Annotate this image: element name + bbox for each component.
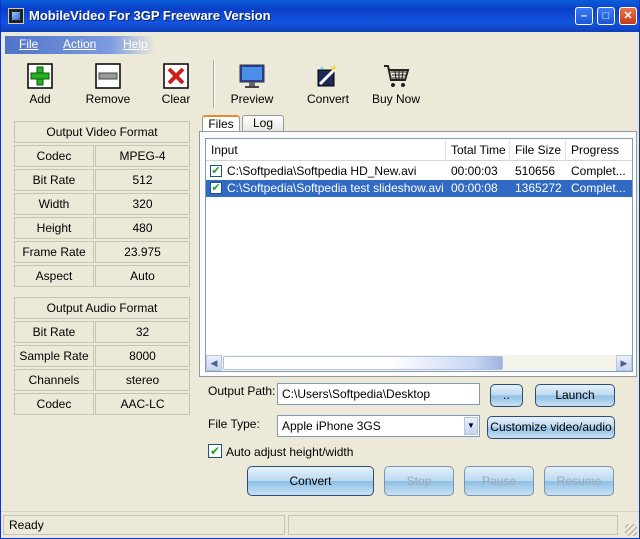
buy-now-label: Buy Now (371, 92, 421, 106)
convert-button[interactable]: Convert (247, 466, 374, 496)
preview-label: Preview (230, 92, 274, 106)
audio-channels-label: Channels (14, 369, 94, 391)
tab-log[interactable]: Log (242, 115, 284, 132)
file-type-value: Apple iPhone 3GS (282, 419, 381, 433)
video-height-value[interactable]: 480 (95, 217, 190, 239)
tab-files[interactable]: Files (202, 115, 240, 132)
audio-codec-label: Codec (14, 393, 94, 415)
row-input: C:\Softpedia\Softpedia HD_New.avi (227, 164, 417, 178)
output-path-input[interactable]: C:\Users\Softpedia\Desktop (277, 383, 480, 405)
app-window: MobileVideo For 3GP Freeware Version – □… (0, 0, 640, 539)
status-bar: Ready (1, 511, 639, 538)
video-width-label: Width (14, 193, 94, 215)
auto-adjust-label: Auto adjust height/width (226, 445, 354, 459)
status-pane (288, 515, 618, 535)
clear-button[interactable]: Clear (145, 58, 207, 110)
menu-action-label: Action (63, 37, 97, 51)
video-codec-label: Codec (14, 145, 94, 167)
app-icon (8, 8, 24, 24)
output-path-label: Output Path: (208, 384, 276, 398)
title-bar[interactable]: MobileVideo For 3GP Freeware Version – □… (1, 0, 639, 32)
shopping-cart-icon (384, 65, 410, 87)
video-codec-value[interactable]: MPEG-4 (95, 145, 190, 167)
row-input: C:\Softpedia\Softpedia test slideshow.av… (227, 181, 444, 195)
audio-bitrate-label: Bit Rate (14, 321, 94, 343)
audio-bitrate-value[interactable]: 32 (95, 321, 190, 343)
maximize-button[interactable]: □ (597, 7, 615, 25)
scroll-left-button[interactable]: ◀ (206, 355, 222, 371)
resize-grip[interactable] (625, 524, 637, 536)
remove-button[interactable]: Remove (77, 58, 139, 110)
file-type-label: File Type: (208, 417, 260, 431)
file-type-select[interactable]: Apple iPhone 3GS ▼ (277, 415, 480, 437)
stop-button[interactable]: Stop (384, 466, 454, 496)
menu-file[interactable]: File (19, 37, 38, 51)
convert-toolbar-label: Convert (306, 92, 350, 106)
row-total-time: 00:00:08 (451, 181, 498, 195)
monitor-icon (239, 64, 265, 88)
video-framerate-label: Frame Rate (14, 241, 94, 263)
column-progress[interactable]: Progress (566, 139, 632, 161)
scroll-right-button[interactable]: ▶ (616, 355, 632, 371)
column-total-time[interactable]: Total Time (446, 139, 510, 161)
customize-button[interactable]: Customize video/audio (487, 416, 615, 439)
clear-label: Clear (161, 92, 191, 106)
resume-button[interactable]: Resume (544, 466, 614, 496)
launch-button[interactable]: Launch (535, 384, 615, 407)
row-progress: Complet... (571, 164, 626, 178)
video-aspect-label: Aspect (14, 265, 94, 287)
video-width-value[interactable]: 320 (95, 193, 190, 215)
browse-button[interactable]: .. (490, 384, 523, 407)
close-button[interactable]: ✕ (619, 7, 637, 25)
audio-codec-value[interactable]: AAC-LC (95, 393, 190, 415)
video-height-label: Height (14, 217, 94, 239)
row-file-size: 510656 (515, 164, 556, 178)
add-label: Add (29, 92, 51, 106)
chevron-down-icon[interactable]: ▼ (464, 417, 478, 435)
remove-label: Remove (85, 92, 131, 106)
add-button[interactable]: Add (9, 58, 71, 110)
scroll-thumb[interactable] (223, 356, 503, 370)
toolbar-separator (213, 60, 215, 108)
clear-icon (163, 63, 189, 89)
auto-adjust-checkbox[interactable]: ✔ (208, 444, 222, 458)
table-row[interactable]: ✔ C:\Softpedia\Softpedia test slideshow.… (206, 180, 632, 197)
toolbar: Add Remove Clear Preview Convert Buy Now (1, 58, 639, 110)
column-file-size[interactable]: File Size (510, 139, 566, 161)
video-format-header: Output Video Format (14, 121, 190, 143)
video-aspect-value[interactable]: Auto (95, 265, 190, 287)
pause-button[interactable]: Pause (464, 466, 534, 496)
audio-channels-value[interactable]: stereo (95, 369, 190, 391)
video-bitrate-value[interactable]: 512 (95, 169, 190, 191)
horizontal-scrollbar[interactable]: ◀ ▶ (206, 355, 632, 371)
row-progress: Complet... (571, 181, 626, 195)
video-bitrate-label: Bit Rate (14, 169, 94, 191)
audio-format-header: Output Audio Format (14, 297, 190, 319)
magic-wand-icon (317, 64, 338, 87)
menu-file-label: File (19, 37, 39, 51)
remove-icon (95, 63, 121, 89)
menu-help[interactable]: Help (123, 37, 148, 51)
menu-action[interactable]: Action (63, 37, 96, 51)
row-checkbox[interactable]: ✔ (210, 182, 222, 194)
minimize-button[interactable]: – (575, 7, 593, 25)
buy-now-button[interactable]: Buy Now (365, 58, 427, 110)
add-icon (27, 63, 53, 89)
audio-samplerate-label: Sample Rate (14, 345, 94, 367)
audio-samplerate-value[interactable]: 8000 (95, 345, 190, 367)
convert-toolbar-button[interactable]: Convert (297, 58, 359, 110)
row-total-time: 00:00:03 (451, 164, 498, 178)
row-checkbox[interactable]: ✔ (210, 165, 222, 177)
video-framerate-value[interactable]: 23.975 (95, 241, 190, 263)
window-title: MobileVideo For 3GP Freeware Version (29, 8, 271, 23)
column-input[interactable]: Input (206, 139, 446, 161)
table-row[interactable]: ✔ C:\Softpedia\Softpedia HD_New.avi 00:0… (206, 163, 632, 180)
preview-button[interactable]: Preview (221, 58, 283, 110)
menu-help-label: Help (123, 37, 148, 51)
menu-bar: File Action Help (5, 36, 155, 54)
row-file-size: 1365272 (515, 181, 562, 195)
file-list[interactable]: Input Total Time File Size Progress ✔ C:… (205, 138, 633, 372)
status-text: Ready (3, 515, 285, 535)
